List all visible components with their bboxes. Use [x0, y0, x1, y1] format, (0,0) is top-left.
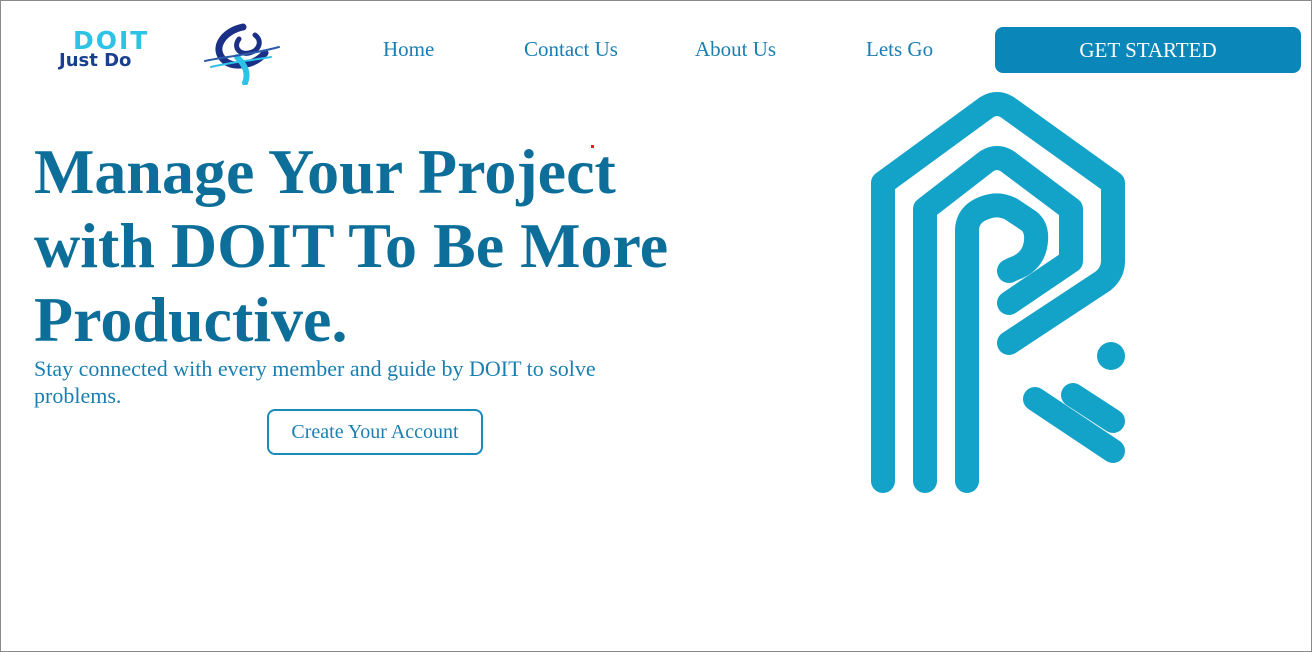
site-logo[interactable]: DOIT Just Do: [55, 21, 285, 86]
maze-letter-r-icon: [859, 91, 1149, 506]
hero-headline-line-1: Manage Your Project: [34, 136, 616, 207]
swirl-globe-icon: [199, 21, 283, 90]
nav-about-us-link[interactable]: About Us: [695, 37, 776, 61]
page-frame: DOIT Just Do Home Contact Us About Us Le…: [0, 0, 1312, 652]
hero-headline-line-3: Productive.: [34, 284, 348, 355]
hero-headline-line-2: with DOIT To Be More: [34, 210, 669, 281]
nav-home-link[interactable]: Home: [383, 37, 434, 61]
nav-lets-go-link[interactable]: Lets Go: [866, 37, 933, 61]
stray-dot: [591, 145, 594, 148]
logo-tagline: Just Do: [59, 50, 132, 71]
nav-contact-us-link[interactable]: Contact Us: [524, 37, 618, 61]
create-account-button[interactable]: Create Your Account: [267, 409, 483, 455]
get-started-button[interactable]: GET STARTED: [995, 27, 1301, 73]
hero-headline: Manage Your Project with DOIT To Be More…: [34, 135, 714, 357]
hero-subtext: Stay connected with every member and gui…: [34, 356, 596, 408]
